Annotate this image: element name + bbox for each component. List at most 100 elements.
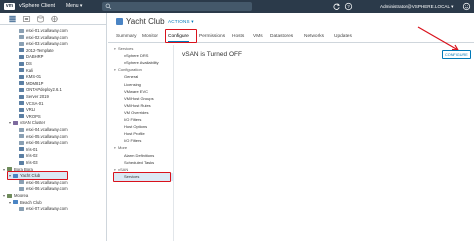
configure-vsan-button[interactable]: CONFIGURE [442, 50, 471, 59]
config-item-label: vSphere Availability [124, 60, 159, 66]
config-item-label: Host Options [124, 124, 148, 130]
actions-menu-button[interactable]: ACTIONS ▾ [168, 18, 194, 25]
config-item-label: vSAN [118, 166, 129, 172]
navigator-view-tabs [0, 13, 106, 25]
tree-node-label: esxi-02.vcallaway.com [26, 34, 68, 40]
top-header-bar: vm vSphere Client Menu ▾ ? Administrator… [0, 0, 474, 13]
config-item-label: Host Profile [124, 131, 145, 137]
config-menu-item[interactable]: Alarm Definitions [124, 152, 154, 159]
tree-node-label: esxi-03.vcallaway.com [26, 41, 68, 47]
vm-icon [19, 101, 24, 106]
host-icon [19, 140, 24, 145]
config-menu-item[interactable]: Host Profile [124, 130, 145, 137]
config-menu-item[interactable]: VMware EVC [124, 88, 148, 95]
config-group-header[interactable]: ▾ Configuration [114, 66, 142, 73]
config-menu-item[interactable]: Host Options [124, 123, 147, 130]
vm-icon [19, 61, 24, 66]
config-item-label: More [118, 145, 128, 151]
host-icon [19, 206, 24, 211]
tree-node-label: Server 2019 [26, 94, 49, 99]
config-item-label: VMware EVC [124, 88, 149, 94]
config-menu-item[interactable]: vSphere DRS [124, 52, 148, 59]
tab-hosts[interactable]: Hosts [232, 32, 244, 42]
vms-templates-view-icon[interactable] [22, 15, 31, 23]
config-menu-item[interactable]: I/O Filters [124, 116, 141, 123]
object-title: Yacht Club [126, 17, 165, 26]
menu-button[interactable]: Menu ▾ [66, 2, 82, 11]
config-item-label: General [124, 74, 139, 80]
datacenter-object-icon [116, 18, 123, 25]
vsan-status-heading: vSAN is Turned OFF [182, 51, 242, 58]
tree-node-label: MDM81P [26, 80, 44, 86]
config-item-label: VM/Host Rules [124, 102, 151, 108]
tree-node-label: VRLI [26, 107, 36, 113]
host-icon [19, 28, 24, 33]
help-icon[interactable]: ? [344, 2, 353, 11]
tree-node-label: esxi-07.vcallaway.com [26, 206, 68, 212]
config-menu-item[interactable]: I/O Filters [124, 137, 141, 144]
inventory-navigator: esxi-01.vcallaway.com esxi-02.vcallaway.c… [0, 13, 107, 241]
vm-icon [19, 114, 24, 119]
hosts-clusters-view-icon[interactable] [8, 15, 17, 23]
vm-icon [19, 94, 24, 99]
tree-node-label: DS [26, 61, 32, 66]
tree-node-label: Kali [26, 67, 33, 73]
tab-networks[interactable]: Networks [304, 32, 324, 42]
config-menu-item[interactable]: Scheduled Tasks [124, 159, 154, 166]
config-item-label: Scheduled Tasks [124, 159, 155, 165]
services-item-highlight [113, 171, 171, 182]
config-menu-item[interactable]: vSphere Availability [124, 59, 159, 66]
config-menu-item[interactable]: VM/Host Rules [124, 102, 151, 109]
tree-node-label: 2012-Template [26, 47, 54, 53]
config-item-label: VM Overrides [124, 109, 149, 115]
vm-icon [19, 48, 24, 53]
tree-node-label: DABHRP [26, 54, 44, 60]
config-item-label: I/O Filters [124, 117, 142, 122]
tree-node-label: esxi-05.vcallaway.com [26, 133, 68, 139]
refresh-icon[interactable] [332, 2, 341, 11]
storage-view-icon[interactable] [36, 15, 45, 23]
global-search-input[interactable] [102, 2, 252, 11]
vm-icon [19, 147, 24, 152]
tab-vms[interactable]: VMs [253, 32, 263, 42]
tab-summary[interactable]: Summary [116, 32, 137, 42]
config-group-header[interactable]: ▾ Services [114, 45, 133, 52]
vm-icon [19, 74, 24, 79]
tree-node-label: KMS-01 [26, 74, 42, 80]
config-item-label: vSphere DRS [124, 53, 149, 59]
config-menu-item[interactable]: VM Overrides [124, 109, 148, 116]
tab-permissions[interactable]: Permissions [199, 32, 225, 42]
config-menu-item[interactable]: General [124, 73, 138, 80]
config-item-label: I/O Filters [124, 138, 142, 144]
vm-icon [19, 68, 24, 73]
app-title: vSphere Client [19, 3, 56, 9]
config-menu-item[interactable]: Licensing [124, 81, 141, 88]
vmware-logo: vm [4, 3, 15, 10]
networking-view-icon[interactable] [50, 15, 59, 23]
host-icon [19, 127, 24, 132]
tree-node-label: Yacht Club [20, 173, 41, 179]
svg-text:?: ? [347, 4, 350, 9]
vm-icon [19, 107, 24, 112]
config-item-label: VM/Host Groups [124, 95, 154, 101]
tab-datastores[interactable]: Datastores [270, 32, 293, 42]
vm-icon [19, 87, 24, 92]
config-group-header[interactable]: ▾ More [114, 144, 127, 151]
config-item-label: Services [118, 46, 134, 51]
configure-tab-highlight [165, 29, 197, 43]
config-item-label: Configuration [118, 67, 142, 73]
config-menu-item[interactable]: VM/Host Groups [124, 95, 154, 102]
tree-node-label: Iris-03 [26, 160, 38, 165]
host-icon [19, 180, 24, 185]
configure-sidebar: ▾ Services vSphere DRS vSphere Availability… [114, 45, 174, 241]
tree-node[interactable]: esxi-07.vcallaway.com [15, 205, 68, 212]
tab-updates[interactable]: Updates [334, 32, 352, 42]
tree-node-label: Beach Club [20, 199, 42, 205]
vm-icon [19, 81, 24, 86]
user-menu[interactable]: Administrator@VSPHERE.LOCAL ▾ [380, 2, 453, 11]
tree-node-label: VCSA-01 [26, 100, 44, 106]
club-icon [13, 173, 18, 178]
tree-node-label: Iris-02 [26, 153, 38, 159]
tab-monitor[interactable]: Monitor [142, 32, 158, 42]
feedback-smiley-icon[interactable] [462, 2, 471, 11]
